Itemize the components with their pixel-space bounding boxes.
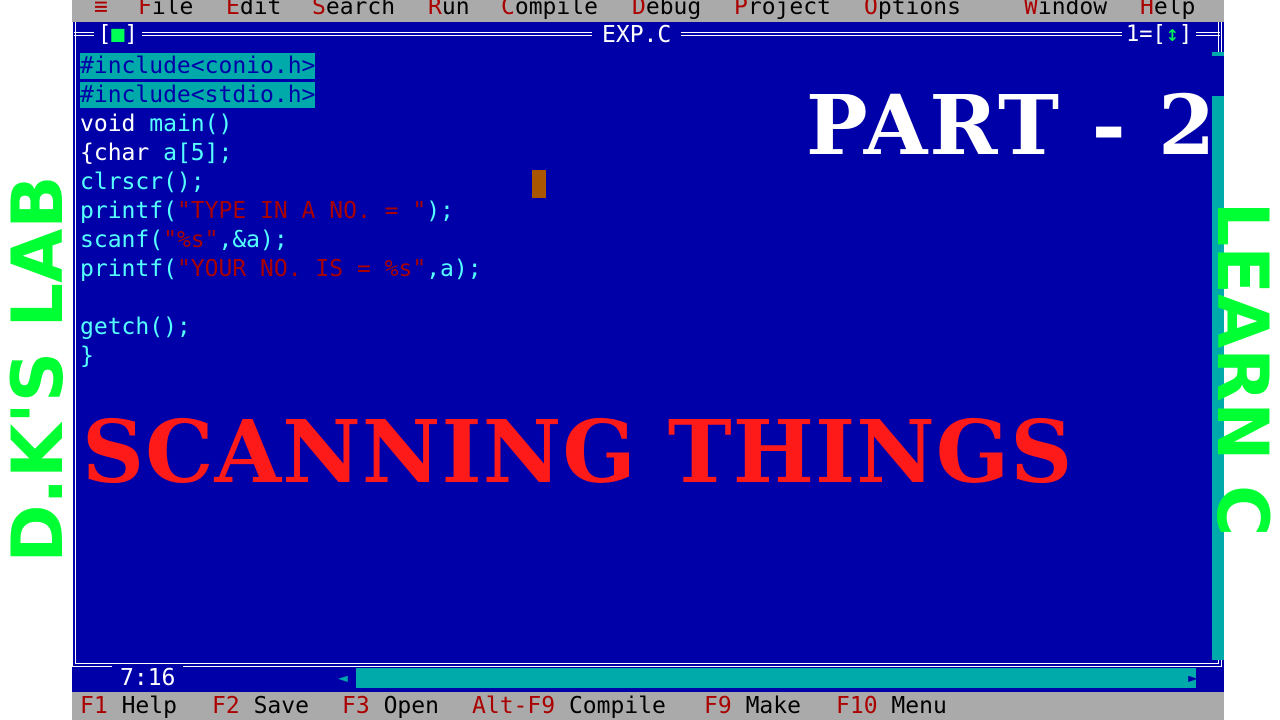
topic-heading: SCANNING THINGS [82,402,1074,503]
part-heading: PART - 2 [806,78,1218,174]
code-line: printf("TYPE IN A NO. = "); [80,198,454,224]
scroll-left-arrow-icon[interactable]: ◄ [330,668,356,688]
code-line: scanf("%s",&a); [80,227,288,253]
function-key-bar: F1 Help F2 Save F3 Open Alt-F9 Compile F… [72,692,1224,720]
system-menu-icon[interactable]: ≡ [94,0,108,19]
horizontal-scrollbar[interactable] [330,668,1196,688]
code-line: printf("YOUR NO. IS = %s",a); [80,256,482,282]
menu-edit[interactable]: Edit [226,0,281,19]
menu-file[interactable]: File [138,0,193,19]
left-brand-text: D.K'S LAB [0,175,79,563]
code-line: } [80,343,94,369]
menu-debug[interactable]: Debug [632,0,701,19]
menu-options[interactable]: Options [864,0,961,19]
menu-run[interactable]: Run [428,0,470,19]
scroll-right-arrow-icon[interactable]: ► [1186,668,1200,688]
cursor-position: 7:16 [112,665,184,691]
window-close-button[interactable]: [■] [94,22,142,48]
zoom-icon[interactable]: ↕ [1166,22,1179,47]
fkey-help[interactable]: F1 Help [80,692,177,720]
window-title: EXP.C [592,22,682,48]
right-brand-text: LEARN C [1201,201,1280,537]
code-line: getch(); [80,314,191,340]
fkey-compile[interactable]: Alt-F9 Compile [472,692,666,720]
window-number[interactable]: 1=[↕] [1122,22,1197,48]
menu-bar: ≡ File Edit Search Run Compile Debug Pro… [72,0,1224,22]
menu-window[interactable]: Window [1024,0,1107,19]
fkey-open[interactable]: F3 Open [342,692,439,720]
fkey-save[interactable]: F2 Save [212,692,309,720]
fkey-menu[interactable]: F10 Menu [836,692,947,720]
menu-search[interactable]: Search [312,0,395,19]
code-line: #include<conio.h> [80,53,316,79]
menu-compile[interactable]: Compile [501,0,598,19]
text-cursor [532,170,546,198]
fkey-make[interactable]: F9 Make [704,692,801,720]
menu-help[interactable]: Help [1140,0,1195,19]
menu-project[interactable]: Project [734,0,831,19]
